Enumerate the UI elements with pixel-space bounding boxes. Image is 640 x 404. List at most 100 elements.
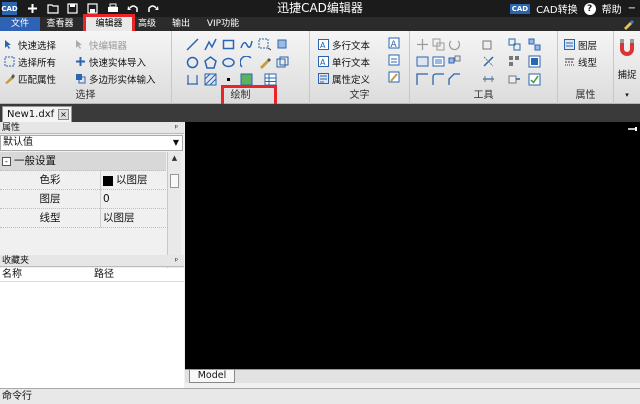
multiline-text-button[interactable]: A 多行文本 xyxy=(318,37,370,52)
table-icon[interactable] xyxy=(264,73,277,86)
line-icon[interactable] xyxy=(186,38,199,51)
help-link[interactable]: 帮助 xyxy=(602,1,622,16)
open-icon[interactable] xyxy=(46,2,59,15)
magnet-icon[interactable] xyxy=(617,37,637,59)
circle-icon[interactable] xyxy=(186,56,199,69)
scroll-up-icon[interactable]: ▲ xyxy=(168,154,181,165)
linetype-button[interactable]: 线型 xyxy=(564,54,597,69)
property-category-row[interactable]: - 一般设置 xyxy=(0,152,166,171)
layout-icon[interactable] xyxy=(482,38,495,51)
property-value[interactable]: 0 xyxy=(100,190,166,209)
property-value[interactable]: 以图层 xyxy=(100,171,166,190)
extend-icon[interactable] xyxy=(432,73,445,86)
image-icon[interactable] xyxy=(240,73,253,86)
dimension-icon[interactable] xyxy=(186,73,199,86)
quick-entity-import-button[interactable]: 快速实体导入 xyxy=(75,54,146,69)
snap-label[interactable]: 捕捉 xyxy=(614,67,640,81)
join-icon[interactable] xyxy=(528,55,541,68)
tab-file[interactable]: 文件 xyxy=(0,17,40,31)
polygon-entity-input-button[interactable]: 多边形实体输入 xyxy=(75,71,156,86)
print-icon[interactable] xyxy=(106,2,119,15)
column-header-path[interactable]: 路径 xyxy=(94,268,114,282)
measure-icon[interactable] xyxy=(482,73,495,86)
redo-icon[interactable] xyxy=(146,2,159,15)
copy-icon[interactable] xyxy=(432,38,445,51)
save-as-icon[interactable] xyxy=(86,2,99,15)
document-tab-bar: New1.dxf × xyxy=(0,104,640,122)
attribute-def-button[interactable]: 属性定义 xyxy=(318,71,370,86)
new-icon[interactable] xyxy=(26,2,39,15)
save-icon[interactable] xyxy=(66,2,79,15)
property-value[interactable]: 以图层 xyxy=(100,209,166,228)
ribbon-tab-bar: 文件 查看器 编辑器 高级 输出 VIP功能 xyxy=(0,17,640,31)
spline-icon[interactable] xyxy=(240,38,253,51)
hatch-dropdown-icon[interactable] xyxy=(258,38,271,51)
pin-icon[interactable]: ᵖ xyxy=(175,255,178,267)
command-line[interactable]: 命令行 xyxy=(0,388,640,404)
arc-icon[interactable] xyxy=(240,56,253,69)
move-icon[interactable] xyxy=(416,38,429,51)
ungroup-icon[interactable] xyxy=(528,38,541,51)
rotate-icon[interactable] xyxy=(448,38,461,51)
single-line-text-icon: A xyxy=(318,56,329,67)
offset-icon[interactable] xyxy=(416,73,429,86)
scroll-thumb[interactable] xyxy=(170,174,179,188)
group-icon[interactable] xyxy=(508,38,521,51)
region-icon[interactable] xyxy=(276,38,289,51)
array-icon[interactable] xyxy=(508,55,521,68)
text-style-icon[interactable]: A xyxy=(388,37,401,50)
favorites-list[interactable] xyxy=(0,282,184,388)
mirror-icon[interactable] xyxy=(416,55,429,68)
snap-dropdown-icon[interactable]: ▾ xyxy=(614,91,640,99)
draw-group: 绘制 xyxy=(172,31,310,104)
tab-vip[interactable]: VIP功能 xyxy=(200,17,246,31)
attribute-def-icon xyxy=(318,73,329,84)
stretch-icon[interactable] xyxy=(508,73,521,86)
svg-text:A: A xyxy=(320,41,326,50)
scale-icon[interactable] xyxy=(432,55,445,68)
point-icon[interactable] xyxy=(222,73,235,86)
entity-import-icon xyxy=(76,57,85,66)
text-edit-icon[interactable] xyxy=(388,71,401,84)
text-find-icon[interactable] xyxy=(388,54,401,67)
document-tab[interactable]: New1.dxf × xyxy=(2,106,72,122)
close-tab-icon[interactable]: × xyxy=(58,109,69,120)
favorites-column-headers: 名称 路径 xyxy=(0,268,184,282)
layout-tab-bar: Model xyxy=(185,369,640,383)
pencil-icon[interactable] xyxy=(258,56,271,69)
model-tab[interactable]: Model xyxy=(189,370,235,383)
check-icon[interactable] xyxy=(528,73,541,86)
explode-icon[interactable] xyxy=(448,55,461,68)
quick-select-button[interactable]: 快速选择 xyxy=(4,37,56,52)
tab-advanced[interactable]: 高级 xyxy=(134,17,160,31)
ellipse-icon[interactable] xyxy=(222,56,235,69)
help-icon[interactable]: ? xyxy=(583,2,596,15)
undo-icon[interactable] xyxy=(126,2,139,15)
select-all-button[interactable]: 选择所有 xyxy=(4,54,56,69)
polygon-draw-icon[interactable] xyxy=(204,56,217,69)
match-props-button[interactable]: 匹配属性 xyxy=(4,71,56,86)
hatch-icon[interactable] xyxy=(204,73,217,86)
property-row-linetype[interactable]: 线型 以图层 xyxy=(0,209,166,228)
trim-icon[interactable] xyxy=(482,55,495,68)
drawing-canvas[interactable] xyxy=(185,122,640,369)
column-header-name[interactable]: 名称 xyxy=(2,268,22,282)
property-category-label: 一般设置 xyxy=(14,155,56,167)
layer-button[interactable]: 图层 xyxy=(564,37,597,52)
brush-icon[interactable] xyxy=(622,18,634,30)
fillet-icon[interactable] xyxy=(448,73,461,86)
rectangle-icon[interactable] xyxy=(222,38,235,51)
cad-convert-link[interactable]: CAD转换 xyxy=(536,1,578,16)
quick-editor-button[interactable]: 快编辑器 xyxy=(75,37,127,52)
tab-viewer[interactable]: 查看器 xyxy=(40,17,80,31)
single-line-text-button[interactable]: A 单行文本 xyxy=(318,54,370,69)
minimize-icon[interactable]: − xyxy=(628,3,636,14)
block-icon[interactable] xyxy=(276,56,289,69)
tab-editor[interactable]: 编辑器 xyxy=(86,17,132,31)
property-row-layer[interactable]: 图层 0 xyxy=(0,190,166,209)
tab-output[interactable]: 输出 xyxy=(166,17,196,31)
polyline-icon[interactable] xyxy=(204,38,217,51)
property-preset-select[interactable]: 默认值 ▼ xyxy=(0,135,183,151)
pin-icon[interactable]: ᵖ xyxy=(175,122,178,134)
property-row-color[interactable]: 色彩 以图层 xyxy=(0,171,166,190)
